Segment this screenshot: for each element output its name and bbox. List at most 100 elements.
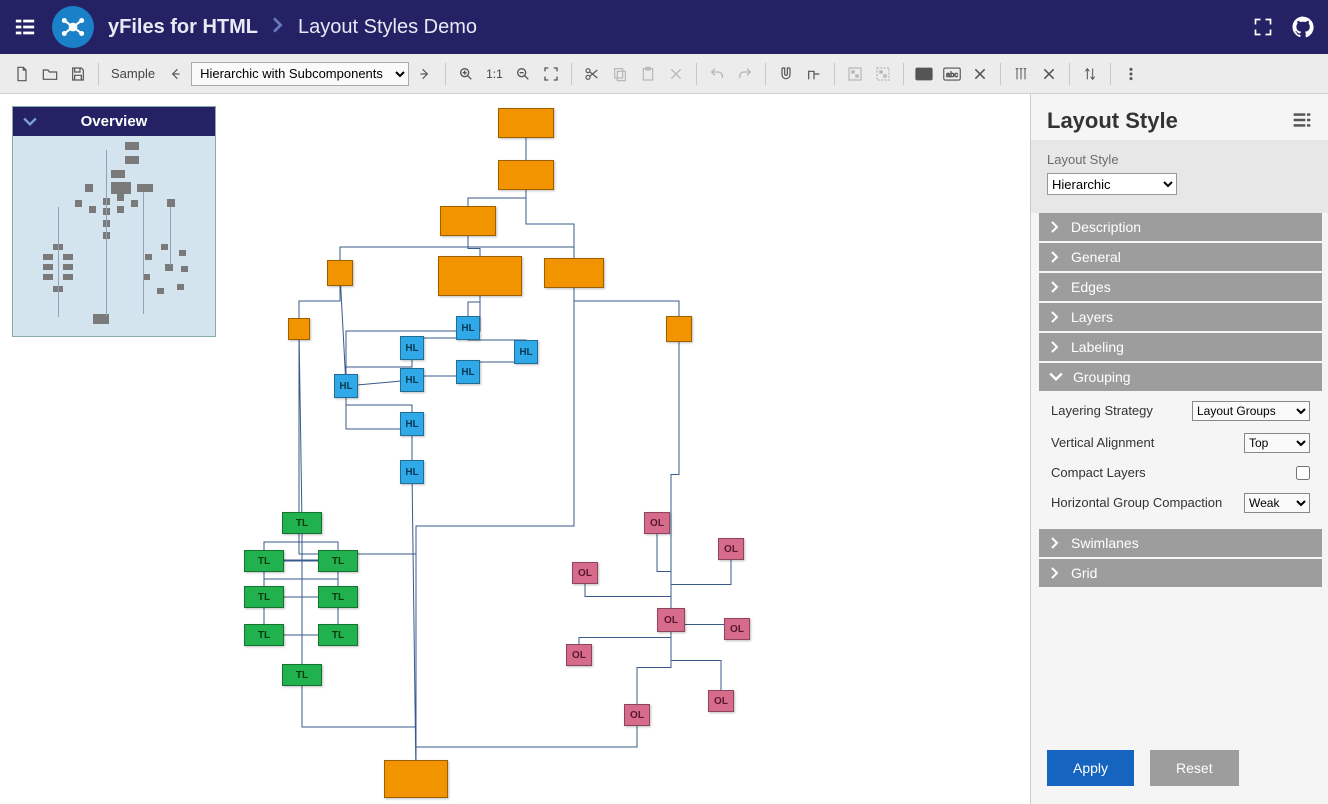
delete-button[interactable] (664, 62, 688, 86)
graph-node[interactable]: TL (244, 550, 284, 572)
overview-title: Overview (81, 113, 148, 130)
graph-node[interactable]: OL (708, 690, 734, 712)
edge-thickness-icon (1013, 66, 1029, 82)
sample-next-button[interactable] (413, 62, 437, 86)
graph-node[interactable]: TL (282, 664, 322, 686)
product-name[interactable]: yFiles for HTML (108, 16, 258, 39)
list-icon (1292, 110, 1312, 130)
graph-node[interactable] (288, 318, 310, 340)
graph-node[interactable]: HL (400, 368, 424, 392)
graph-node[interactable]: TL (244, 586, 284, 608)
graph-node[interactable]: OL (624, 704, 650, 726)
open-file-button[interactable] (38, 62, 62, 86)
graph-node[interactable] (438, 256, 522, 296)
redo-button[interactable] (733, 62, 757, 86)
section-swimlanes[interactable]: Swimlanes (1039, 529, 1322, 557)
graph-node[interactable]: OL (572, 562, 598, 584)
graph-node[interactable] (544, 258, 604, 288)
remove-labels-button[interactable] (968, 62, 992, 86)
graph-node[interactable] (384, 760, 448, 798)
github-link[interactable] (1288, 12, 1318, 42)
graph-node[interactable] (666, 316, 692, 342)
github-icon (1291, 15, 1315, 39)
graph-node[interactable]: OL (644, 512, 670, 534)
graph-node[interactable] (327, 260, 353, 286)
ungroup-button[interactable] (871, 62, 895, 86)
graph-node[interactable]: TL (282, 512, 322, 534)
apply-button[interactable]: Apply (1047, 750, 1134, 786)
zoom-out-button[interactable] (511, 62, 535, 86)
reset-edge-thickness-button[interactable] (1037, 62, 1061, 86)
group-button[interactable] (843, 62, 867, 86)
horizontal-group-compaction-select[interactable]: Weak (1244, 493, 1310, 513)
compact-layers-checkbox[interactable] (1296, 466, 1310, 480)
graph-canvas[interactable]: Overview (0, 94, 1030, 804)
redo-icon (737, 66, 753, 82)
overview-minimap[interactable] (13, 136, 215, 336)
zoom-in-button[interactable] (454, 62, 478, 86)
copy-button[interactable] (608, 62, 632, 86)
graph-logo-icon (60, 14, 86, 40)
fit-content-button[interactable] (539, 62, 563, 86)
section-description[interactable]: Description (1039, 213, 1322, 241)
orthogonal-icon (806, 66, 822, 82)
chevron-right-icon (1049, 221, 1061, 233)
undo-button[interactable] (705, 62, 729, 86)
graph-node[interactable] (440, 206, 496, 236)
orthogonal-edit-button[interactable] (802, 62, 826, 86)
graph-node[interactable]: HL (514, 340, 538, 364)
app-header: yFiles for HTML Layout Styles Demo (0, 0, 1328, 54)
chevron-right-icon (1049, 251, 1061, 263)
graph-node[interactable]: HL (400, 460, 424, 484)
magnet-icon (778, 66, 794, 82)
graph-node[interactable] (498, 160, 554, 190)
sample-prev-button[interactable] (163, 62, 187, 86)
more-button[interactable] (1119, 62, 1143, 86)
settings-toggle-button[interactable] (1292, 110, 1312, 133)
section-grouping[interactable]: Grouping (1039, 363, 1322, 391)
graph-node[interactable]: OL (718, 538, 744, 560)
cut-button[interactable] (580, 62, 604, 86)
svg-text:abc: abc (918, 70, 930, 79)
new-file-button[interactable] (10, 62, 34, 86)
zoom-reset-button[interactable]: 1:1 (486, 67, 503, 81)
layout-style-select[interactable]: Hierarchic (1047, 173, 1177, 195)
graph-node[interactable]: TL (244, 624, 284, 646)
graph-node[interactable]: HL (456, 316, 480, 340)
section-edges[interactable]: Edges (1039, 273, 1322, 301)
graph-node[interactable]: TL (318, 586, 358, 608)
snap-button[interactable] (774, 62, 798, 86)
fullscreen-button[interactable] (1248, 12, 1278, 42)
graph-node[interactable]: OL (724, 618, 750, 640)
graph-node[interactable]: HL (400, 336, 424, 360)
graph-node[interactable]: HL (456, 360, 480, 384)
generate-edge-labels-button[interactable]: abc (940, 62, 964, 86)
section-general[interactable]: General (1039, 243, 1322, 271)
section-grid[interactable]: Grid (1039, 559, 1322, 587)
copy-icon (612, 66, 628, 82)
section-labeling[interactable]: Labeling (1039, 333, 1322, 361)
save-button[interactable] (66, 62, 90, 86)
generate-edge-thickness-button[interactable] (1009, 62, 1033, 86)
graph-node[interactable]: OL (657, 608, 685, 632)
fullscreen-icon (1253, 17, 1273, 37)
product-logo[interactable] (52, 6, 94, 48)
graph-node[interactable]: OL (566, 644, 592, 666)
menu-toggle-button[interactable] (10, 12, 40, 42)
sample-select[interactable]: Hierarchic with Subcomponents (191, 62, 409, 86)
generate-node-labels-button[interactable]: abc (912, 62, 936, 86)
graph-node[interactable]: TL (318, 550, 358, 572)
paste-button[interactable] (636, 62, 660, 86)
graph-node[interactable]: TL (318, 624, 358, 646)
overview-header[interactable]: Overview (13, 107, 215, 136)
folder-open-icon (42, 66, 58, 82)
graph-node[interactable]: HL (400, 412, 424, 436)
generate-edge-direction-button[interactable] (1078, 62, 1102, 86)
graph-node[interactable] (498, 108, 554, 138)
group-icon (847, 66, 863, 82)
vertical-alignment-select[interactable]: Top (1244, 433, 1310, 453)
graph-node[interactable]: HL (334, 374, 358, 398)
layering-strategy-select[interactable]: Layout Groups (1192, 401, 1310, 421)
section-layers[interactable]: Layers (1039, 303, 1322, 331)
reset-button[interactable]: Reset (1150, 750, 1239, 786)
